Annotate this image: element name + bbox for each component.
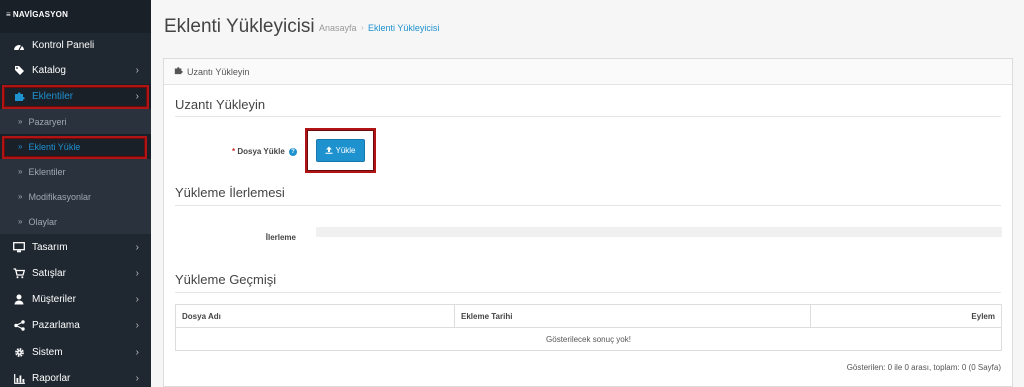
sidebar-item-customers[interactable]: Müşteriler › <box>0 287 151 312</box>
bullet-icon: » <box>18 217 23 226</box>
divider <box>175 205 1001 206</box>
breadcrumb-home[interactable]: Anasayfa <box>319 23 357 33</box>
section-title-progress: Yükleme İlerlemesi <box>175 185 285 200</box>
chevron-right-icon: › <box>135 294 139 305</box>
main-content: Eklenti Yükleyicisi Anasayfa › Eklenti Y… <box>151 0 1024 387</box>
sidebar-subitem-extension-upload[interactable]: » Eklenti Yükle <box>0 134 151 159</box>
divider <box>175 116 1001 117</box>
section-title-upload: Uzantı Yükleyin <box>175 97 266 112</box>
upload-history-table: Dosya Adı Ekleme Tarihi Eylem Gösterilec… <box>175 304 1002 351</box>
column-header-date-added: Ekleme Tarihi <box>454 304 811 328</box>
bullet-icon: » <box>18 167 23 176</box>
upload-button[interactable]: Yükle <box>316 139 365 162</box>
sidebar-item-dashboard[interactable]: Kontrol Paneli <box>0 33 151 58</box>
chevron-right-icon: › <box>135 373 139 384</box>
column-header-filename: Dosya Adı <box>175 304 455 328</box>
file-upload-label: * Dosya Yükle ? <box>214 147 297 156</box>
page-title: Eklenti Yükleyicisi <box>164 16 315 37</box>
empty-results-message: Gösterilecek sonuç yok! <box>175 327 1002 351</box>
sidebar-subitem-modifications[interactable]: » Modifikasyonlar <box>0 184 151 209</box>
upload-progress-bar <box>316 227 1002 237</box>
breadcrumb-current[interactable]: Eklenti Yükleyicisi <box>368 23 439 33</box>
bar-chart-icon <box>12 373 26 385</box>
sidebar-subitem-marketplace[interactable]: » Pazaryeri <box>0 109 151 134</box>
sidebar-subitem-extensions[interactable]: » Eklentiler <box>0 159 151 184</box>
table-row: Gösterilecek sonuç yok! <box>175 327 1002 351</box>
required-mark: * <box>231 147 236 156</box>
upload-icon <box>325 146 333 156</box>
sidebar-item-sales[interactable]: Satışlar › <box>0 261 151 286</box>
monitor-icon <box>12 242 26 254</box>
table-header-row: Dosya Adı Ekleme Tarihi Eylem <box>175 304 1002 328</box>
sidebar-item-design[interactable]: Tasarım › <box>0 235 151 260</box>
chevron-right-icon: › <box>135 320 139 331</box>
puzzle-icon <box>12 91 26 103</box>
chevron-right-icon: › <box>135 268 139 279</box>
breadcrumb-separator: › <box>361 23 364 32</box>
navigation-header: ≡ NAVİGASYON <box>0 0 151 33</box>
hamburger-icon: ≡ <box>6 10 11 19</box>
puzzle-icon <box>174 66 183 77</box>
user-icon <box>12 294 26 306</box>
column-header-action: Eylem <box>810 304 1002 328</box>
cart-icon <box>12 268 26 280</box>
sidebar-item-reports[interactable]: Raporlar › <box>0 366 151 387</box>
pagination-info: Gösterilen: 0 ile 0 arası, toplam: 0 (0 … <box>846 363 1001 372</box>
chevron-right-icon: › <box>135 91 139 102</box>
divider <box>175 292 1001 293</box>
bullet-icon: » <box>18 142 23 151</box>
progress-label: İlerleme <box>265 233 296 242</box>
sidebar-item-extensions[interactable]: Eklentiler › <box>0 84 151 109</box>
help-icon[interactable]: ? <box>289 148 297 156</box>
sidebar-subitem-events[interactable]: » Olaylar <box>0 209 151 234</box>
chevron-right-icon: › <box>135 347 139 358</box>
tags-icon <box>12 65 26 77</box>
chevron-right-icon: › <box>135 65 139 76</box>
sidebar-item-system[interactable]: Sistem › <box>0 340 151 365</box>
cog-icon <box>12 347 26 359</box>
panel-heading: Uzantı Yükleyin <box>164 59 1012 85</box>
sidebar: ≡ NAVİGASYON Kontrol Paneli Katalog › Ekl… <box>0 0 151 387</box>
bullet-icon: » <box>18 192 23 201</box>
sidebar-item-catalog[interactable]: Katalog › <box>0 58 151 83</box>
dashboard-icon <box>12 40 26 52</box>
bullet-icon: » <box>18 117 23 126</box>
sidebar-item-marketing[interactable]: Pazarlama › <box>0 313 151 338</box>
upload-panel: Uzantı Yükleyin Uzantı Yükleyin * Dosya … <box>163 58 1013 387</box>
share-icon <box>12 320 26 332</box>
section-title-history: Yükleme Geçmişi <box>175 272 277 287</box>
chevron-right-icon: › <box>135 242 139 253</box>
